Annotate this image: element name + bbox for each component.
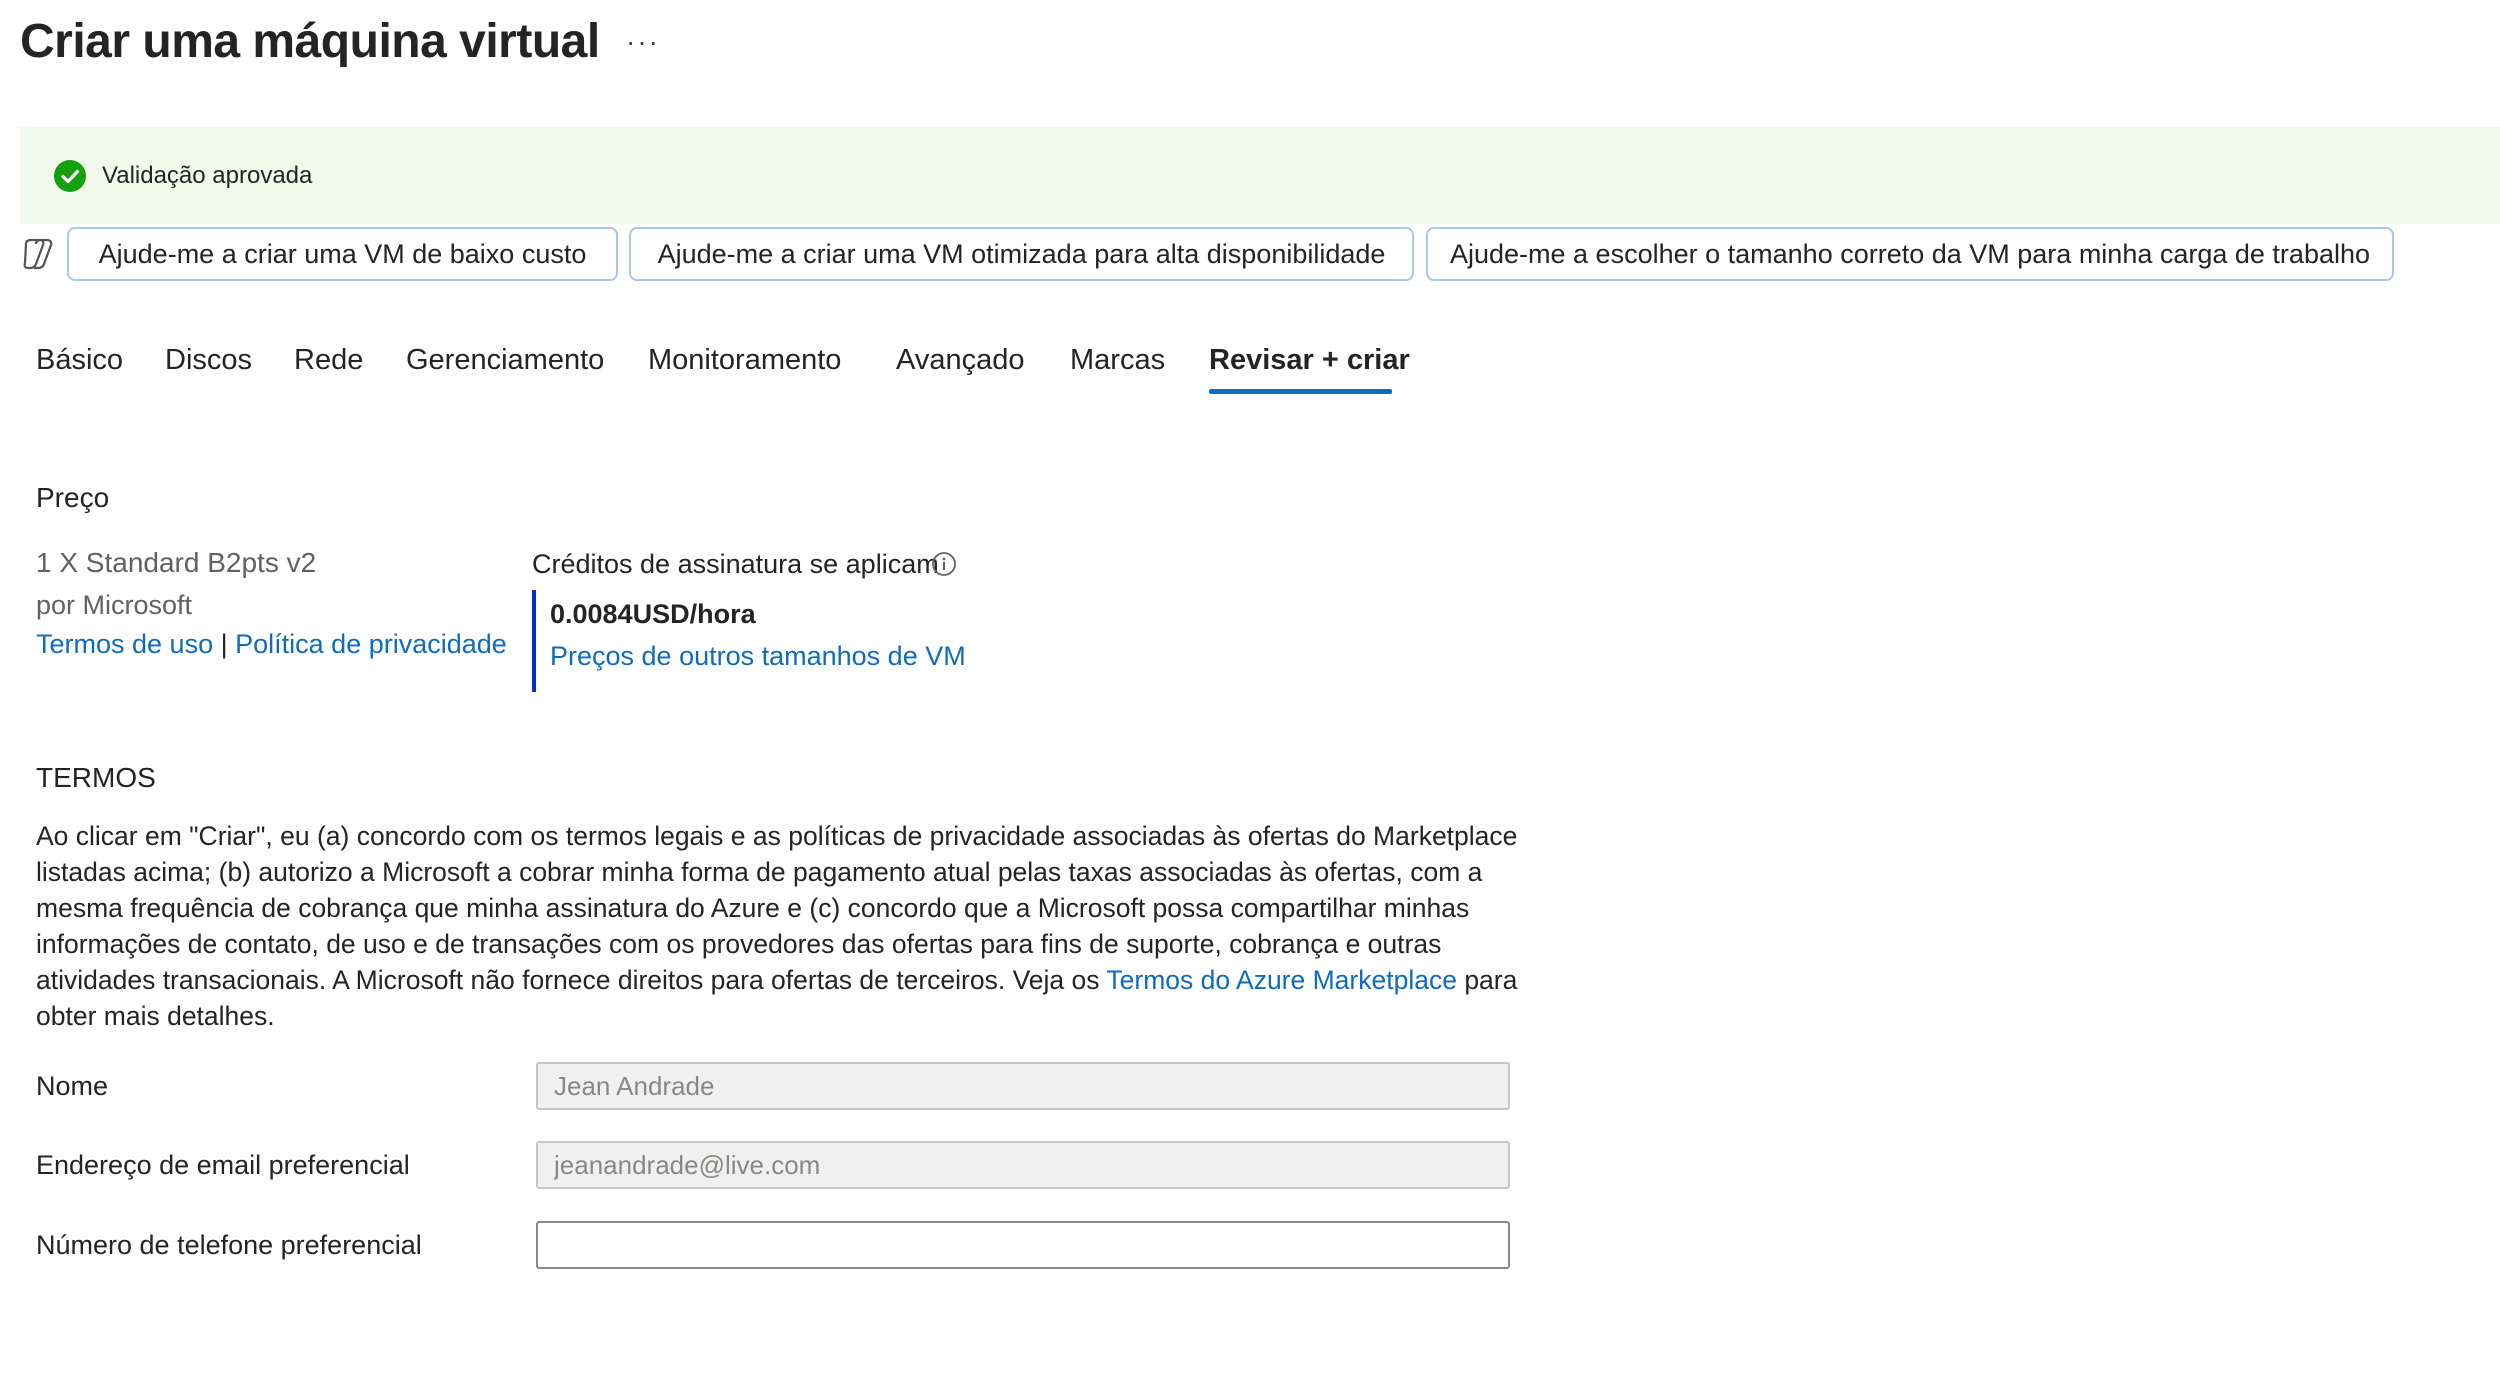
name-field[interactable] [536,1062,1510,1110]
phone-field[interactable] [536,1221,1510,1269]
price-accent-bar [532,590,536,692]
tab-monitoramento[interactable]: Monitoramento [648,340,841,380]
link-separator: | [220,629,228,659]
terms-of-use-link[interactable]: Termos de uso [36,629,213,659]
product-name: 1 X Standard B2pts v2 [36,547,317,578]
suggestion-low-cost-vm-button[interactable]: Ajude-me a criar uma VM de baixo custo [67,227,618,281]
privacy-policy-link[interactable]: Política de privacidade [235,629,507,659]
tab-basico[interactable]: Básico [36,340,123,380]
validation-status-text: Validação aprovada [102,162,313,189]
email-label: Endereço de email preferencial [36,1150,410,1180]
info-icon[interactable] [931,551,957,577]
copilot-icon [23,238,53,270]
success-check-icon [54,160,86,192]
active-tab-indicator [1209,389,1392,394]
other-vm-sizes-pricing-link[interactable]: Preços de outros tamanhos de VM [550,638,966,674]
tab-avancado[interactable]: Avançado [896,340,1024,380]
suggestion-vm-size-button[interactable]: Ajude-me a escolher o tamanho correto da… [1426,227,2394,281]
tab-revisar-criar[interactable]: Revisar + criar [1209,340,1410,380]
validation-banner: Validação aprovada [20,127,2500,224]
terms-of-use-row: Termos de uso | Política de privacidade [36,626,507,662]
subscription-credits-label: Créditos de assinatura se aplicam [532,549,939,579]
suggestion-high-availability-vm-button[interactable]: Ajude-me a criar uma VM otimizada para a… [629,227,1414,281]
email-field[interactable] [536,1141,1510,1189]
phone-label: Número de telefone preferencial [36,1230,422,1260]
tab-marcas[interactable]: Marcas [1070,340,1165,380]
terms-paragraph: Ao clicar em "Criar", eu (a) concordo co… [36,818,1526,1034]
tab-rede[interactable]: Rede [294,340,363,380]
tab-gerenciamento[interactable]: Gerenciamento [406,340,604,380]
page-title: Criar uma máquina virtual [20,15,600,68]
name-label: Nome [36,1071,109,1101]
publisher-text: por Microsoft [36,590,193,620]
tab-discos[interactable]: Discos [165,340,252,380]
azure-marketplace-terms-link[interactable]: Termos do Azure Marketplace [1106,965,1457,995]
pricing-heading: Preço [36,482,110,513]
terms-heading: TERMOS [36,762,156,793]
price-value: 0.0084USD/hora [550,599,756,629]
more-options-button[interactable]: ··· [626,26,660,58]
